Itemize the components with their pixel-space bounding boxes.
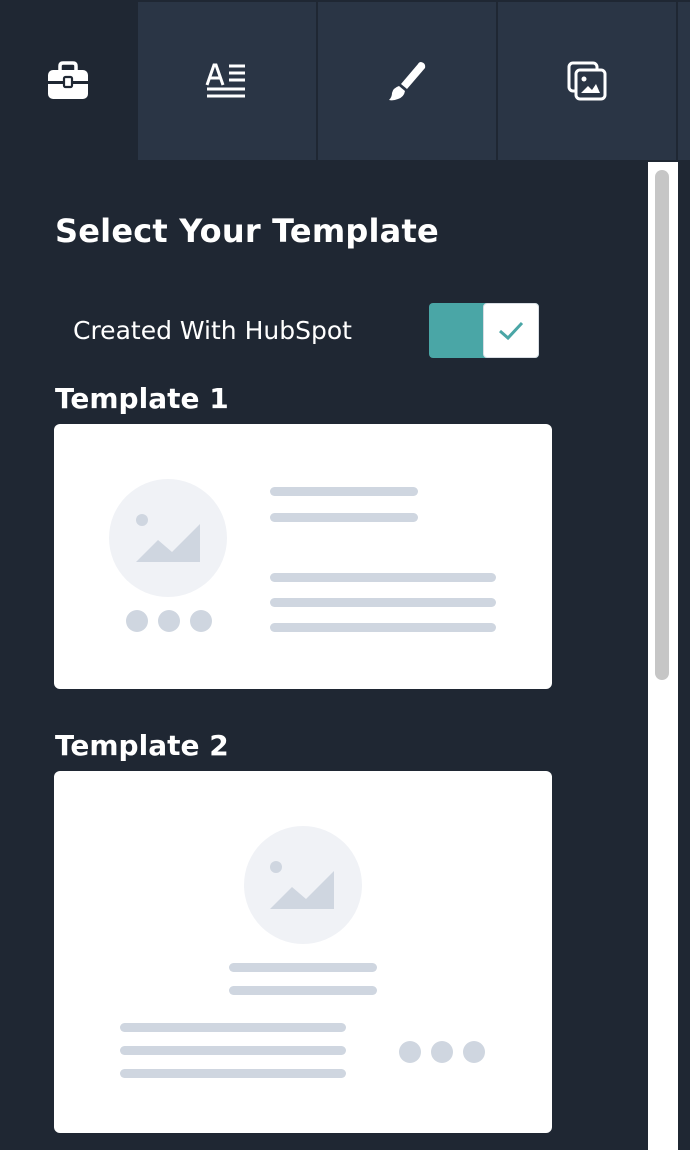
brush-icon — [389, 62, 426, 101]
images-icon — [567, 61, 607, 101]
template-1-label: Template 1 — [55, 382, 229, 415]
toolbox-icon — [48, 61, 88, 99]
tab-overflow — [678, 0, 690, 160]
tab-tools[interactable] — [0, 0, 138, 160]
toggle-knob[interactable] — [483, 303, 539, 358]
template-2-preview — [120, 826, 485, 1078]
template-2-label: Template 2 — [55, 729, 229, 762]
panel-title: Select Your Template — [55, 212, 439, 250]
template-2-card[interactable] — [54, 771, 552, 1133]
text-format-icon — [205, 63, 245, 98]
tab-media[interactable] — [498, 0, 678, 160]
scrollbar-track[interactable] — [648, 162, 678, 1150]
created-with-hubspot-toggle[interactable] — [429, 303, 539, 358]
template-1-preview — [109, 479, 496, 632]
tab-bar — [0, 0, 690, 160]
check-icon — [499, 321, 524, 340]
tab-text-format[interactable] — [138, 0, 318, 160]
scrollbar-thumb[interactable] — [655, 170, 669, 680]
toggle-label: Created With HubSpot — [73, 316, 352, 345]
tab-style[interactable] — [318, 0, 498, 160]
template-1-card[interactable] — [54, 424, 552, 689]
